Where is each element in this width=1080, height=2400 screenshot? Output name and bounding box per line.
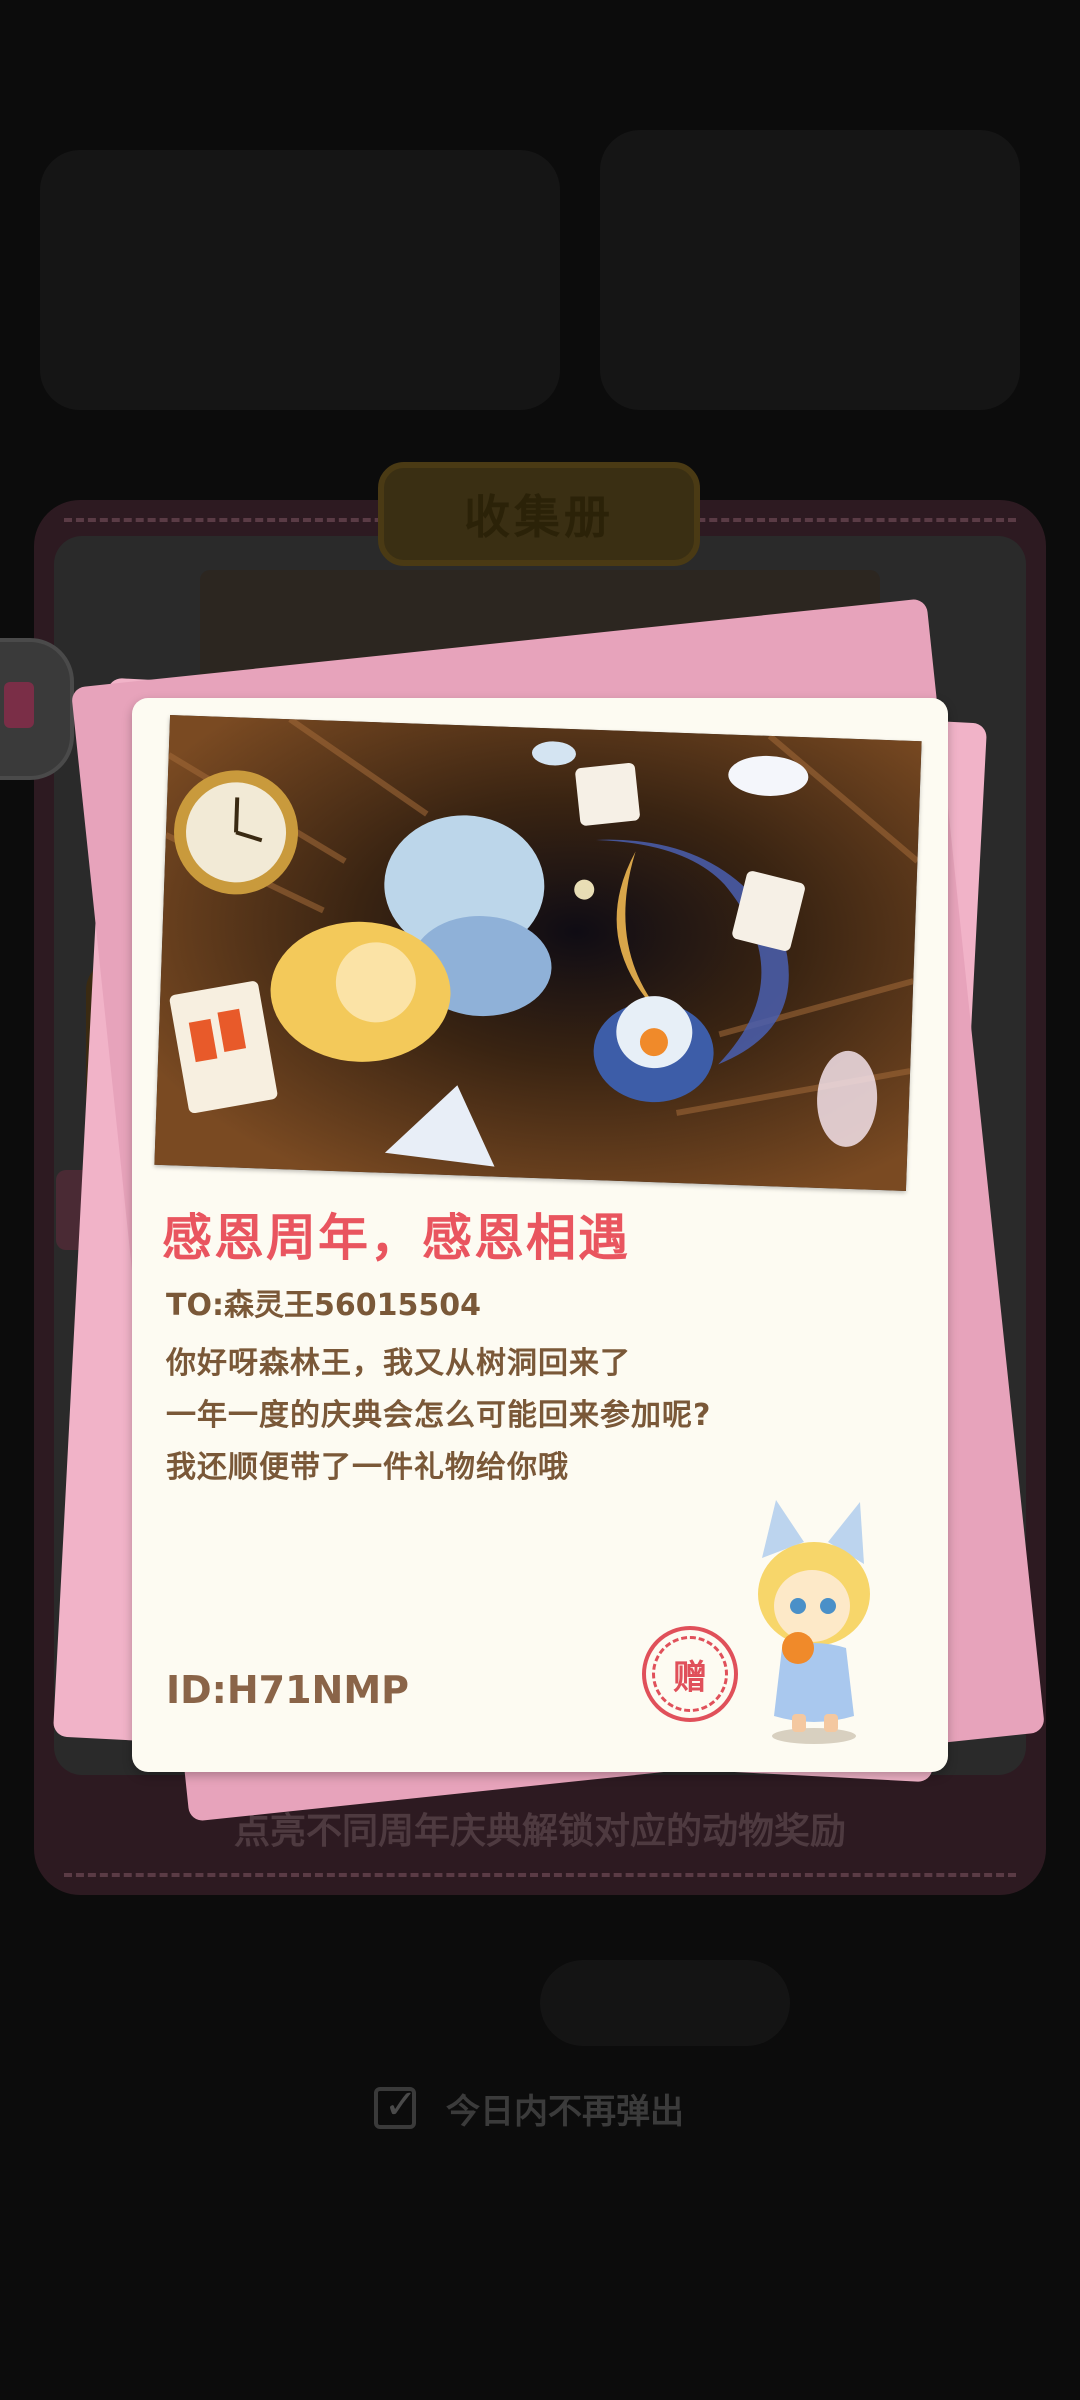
- side-gift-badge[interactable]: [0, 638, 74, 780]
- dont-show-row[interactable]: ✓ 今日内不再弹出: [374, 2078, 684, 2138]
- letter-line: 一年一度的庆典会怎么可能回来参加呢?: [166, 1398, 712, 1433]
- screen: 收集册 点亮不同周年庆典解锁对应的动物奖励 ✓ 今日内不再弹出 感恩周年，感恩相…: [0, 0, 1080, 2400]
- album-title: 收集册: [378, 462, 700, 566]
- dimmed-button: [540, 1960, 790, 2046]
- gift-id: ID:H71NMP: [166, 1668, 410, 1712]
- gift-stamp: 赠: [642, 1626, 738, 1722]
- gift-icon: [4, 682, 34, 728]
- gift-stamp-text: 赠: [652, 1636, 728, 1712]
- letter-line: 我还顺便带了一件礼物给你哦: [166, 1450, 569, 1485]
- bunny-mascot-icon: [758, 1500, 870, 1744]
- wonderland-illustration: [154, 715, 922, 1191]
- background-banner: [40, 150, 560, 410]
- dont-show-label: 今日内不再弹出: [446, 2091, 684, 2132]
- dont-show-checkbox[interactable]: ✓: [374, 2082, 418, 2129]
- letter-body: 你好呀森林王，我又从树洞回来了 一年一度的庆典会怎么可能回来参加呢? 我还顺便带…: [166, 1338, 786, 1494]
- check-icon: ✓: [384, 2082, 418, 2128]
- letter-title: 感恩周年，感恩相遇: [162, 1209, 630, 1267]
- anniversary-letter[interactable]: 感恩周年，感恩相遇 TO:森灵王56015504 你好呀森林王，我又从树洞回来了…: [132, 698, 948, 1772]
- album-hint: 点亮不同周年庆典解锁对应的动物奖励: [233, 1811, 846, 1852]
- letter-line: 你好呀森林王，我又从树洞回来了: [166, 1346, 631, 1381]
- letter-recipient: TO:森灵王56015504: [166, 1288, 481, 1323]
- background-banner: [600, 130, 1020, 410]
- album-stitch-bottom: [64, 1873, 1016, 1877]
- letter-illustration: [154, 715, 922, 1191]
